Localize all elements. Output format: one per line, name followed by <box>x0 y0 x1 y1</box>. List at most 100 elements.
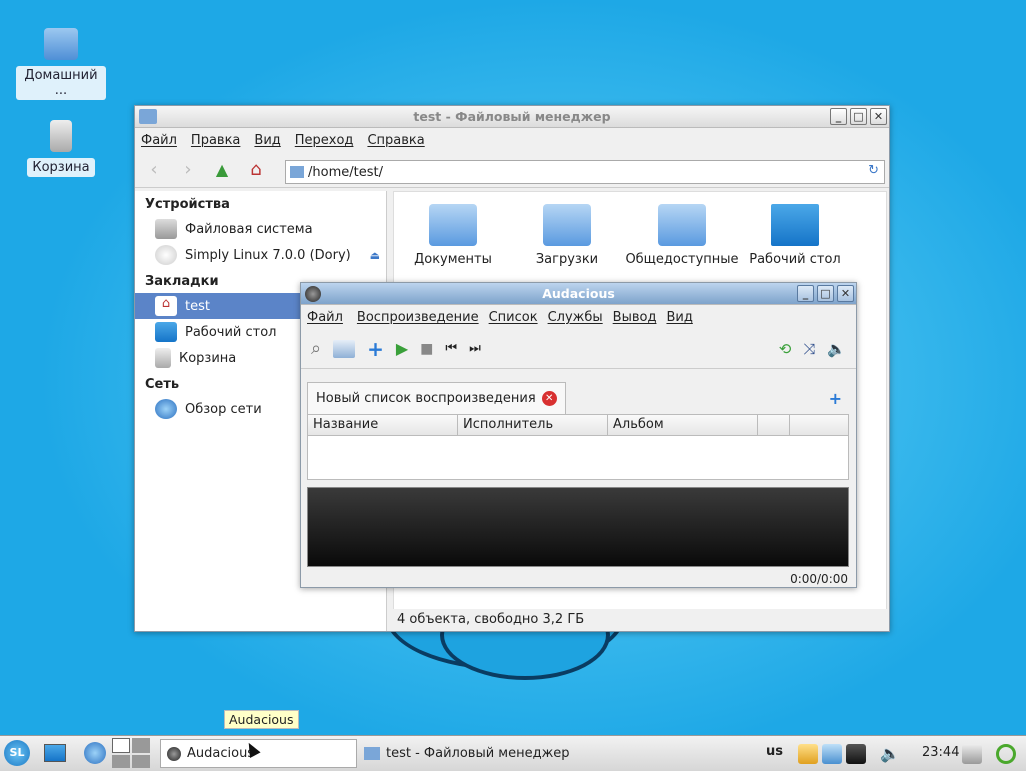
audacious-titlebar[interactable]: Audacious _ □ ✕ <box>301 283 856 305</box>
column-title[interactable]: Название <box>308 415 458 435</box>
up-icon[interactable]: ▲ <box>211 160 233 179</box>
clock[interactable]: 23:44 <box>922 745 959 760</box>
shuffle-icon[interactable]: ⤨ <box>803 340 815 358</box>
back-icon[interactable]: ‹ <box>143 159 165 180</box>
minimize-button[interactable]: _ <box>830 108 847 125</box>
next-icon[interactable]: ⏭ <box>469 341 481 356</box>
sidebar-item-filesystem[interactable]: Файловая система <box>135 216 386 242</box>
minimize-button[interactable]: _ <box>797 285 814 302</box>
volume-icon[interactable]: 🔈 <box>880 744 900 764</box>
desktop-icon <box>155 322 177 342</box>
column-album[interactable]: Альбом <box>608 415 758 435</box>
file-item[interactable]: Рабочий стол <box>740 204 850 267</box>
task-audacious[interactable]: Audacious <box>160 739 357 768</box>
sidebar-item-cdrom[interactable]: Simply Linux 7.0.0 (Dory) ⏏ <box>135 242 386 268</box>
browser-icon[interactable] <box>84 742 106 764</box>
add-icon[interactable]: + <box>367 337 384 361</box>
documents-folder-icon <box>429 204 477 246</box>
folder-icon <box>290 166 304 178</box>
devices-header: Устройства <box>145 197 230 212</box>
forward-icon[interactable]: › <box>177 159 199 180</box>
menu-go[interactable]: Переход <box>295 133 354 148</box>
menu-output[interactable]: Вывод <box>613 310 657 325</box>
folder-icon <box>139 109 157 124</box>
sidebar-item-label: Файловая система <box>185 221 313 237</box>
play-icon[interactable]: ▶ <box>396 339 408 358</box>
downloads-folder-icon <box>543 204 591 246</box>
task-label: test - Файловый менеджер <box>386 746 570 761</box>
audacious-menubar: Файл Воспроизведение Список Службы Вывод… <box>301 305 856 329</box>
sidebar-item-label: Рабочий стол <box>185 324 277 340</box>
home-folder-icon <box>44 28 78 60</box>
drive-icon[interactable] <box>962 744 982 764</box>
harddisk-icon <box>155 219 177 239</box>
trash-icon <box>50 120 72 152</box>
file-label: Общедоступные <box>625 252 739 267</box>
menu-view[interactable]: Вид <box>666 310 692 325</box>
address-text: /home/test/ <box>308 164 383 180</box>
close-tab-icon[interactable]: ✕ <box>541 391 557 406</box>
maximize-button[interactable]: □ <box>850 108 867 125</box>
menu-file[interactable]: Файл <box>141 133 177 148</box>
desktop-icon-label: Корзина <box>27 158 95 177</box>
audacious-icon <box>305 286 321 302</box>
home-icon[interactable]: ⌂ <box>245 159 267 180</box>
stop-icon[interactable]: ■ <box>420 341 433 357</box>
close-button[interactable]: ✕ <box>837 285 854 302</box>
audacious-toolbar: ⌕ + ▶ ■ ⏮ ⏭ ⟲ ⤨ 🔈 <box>301 329 856 369</box>
volume-icon[interactable]: 🔈 <box>827 340 846 358</box>
menu-playback[interactable]: Воспроизведение <box>357 310 479 325</box>
menu-view[interactable]: Вид <box>254 133 280 148</box>
previous-icon[interactable]: ⏮ <box>445 341 457 356</box>
workspace-switcher[interactable] <box>112 738 150 768</box>
task-file-manager[interactable]: test - Файловый менеджер <box>358 739 738 768</box>
column-empty[interactable] <box>758 415 790 435</box>
desktop-folder-icon <box>771 204 819 246</box>
close-button[interactable]: ✕ <box>870 108 887 125</box>
menu-playlist[interactable]: Список <box>489 310 538 325</box>
playlist-header: Название Исполнитель Альбом <box>307 414 849 436</box>
file-item[interactable]: Общедоступные <box>622 204 742 267</box>
desktop-icon-home[interactable]: Домашний ... <box>16 28 106 100</box>
maximize-button[interactable]: □ <box>817 285 834 302</box>
column-artist[interactable]: Исполнитель <box>458 415 608 435</box>
sidebar-item-label: Simply Linux 7.0.0 (Dory) <box>185 247 351 263</box>
taskbar: SL Audacious test - Файловый менеджер us… <box>0 735 1026 771</box>
column-empty[interactable] <box>790 415 848 435</box>
file-item[interactable]: Документы <box>398 204 508 267</box>
playlist-area[interactable] <box>307 436 849 480</box>
clipboard-icon[interactable] <box>822 744 842 764</box>
add-tab-icon[interactable]: + <box>829 389 842 408</box>
eject-icon[interactable]: ⏏ <box>370 249 380 262</box>
public-folder-icon <box>658 204 706 246</box>
open-icon[interactable] <box>333 339 356 358</box>
address-bar[interactable]: /home/test/ ↻ <box>285 160 885 184</box>
update-warning-icon[interactable] <box>798 744 818 764</box>
file-label: Загрузки <box>535 252 599 267</box>
reload-icon[interactable]: ↻ <box>868 163 879 178</box>
cdrom-icon <box>155 245 177 265</box>
search-icon[interactable]: ⌕ <box>311 338 321 359</box>
trash-icon <box>155 348 171 368</box>
desktop-icon-trash[interactable]: Корзина <box>16 120 106 177</box>
menu-edit[interactable]: Правка <box>191 133 240 148</box>
menu-services[interactable]: Службы <box>548 310 603 325</box>
tab-playlist[interactable]: Новый список воспроизведения ✕ <box>307 382 566 414</box>
network-icon[interactable] <box>846 744 866 764</box>
fm-titlebar[interactable]: test - Файловый менеджер _ □ ✕ <box>135 106 889 128</box>
menu-file[interactable]: Файл <box>307 310 343 325</box>
menu-help[interactable]: Справка <box>367 133 424 148</box>
audacious-icon <box>167 746 181 761</box>
logout-icon[interactable] <box>996 744 1016 764</box>
start-menu-icon[interactable]: SL <box>4 740 30 766</box>
keyboard-layout[interactable]: us <box>766 744 783 759</box>
globe-icon <box>155 399 177 419</box>
repeat-icon[interactable]: ⟲ <box>779 340 792 358</box>
show-desktop-icon[interactable] <box>44 744 66 762</box>
file-item[interactable]: Загрузки <box>512 204 622 267</box>
window-title: Audacious <box>542 286 615 301</box>
file-label: Документы <box>414 252 492 267</box>
home-icon: ⌂ <box>155 296 177 316</box>
visualizer <box>307 487 849 567</box>
time-display: 0:00/0:00 <box>790 572 848 586</box>
